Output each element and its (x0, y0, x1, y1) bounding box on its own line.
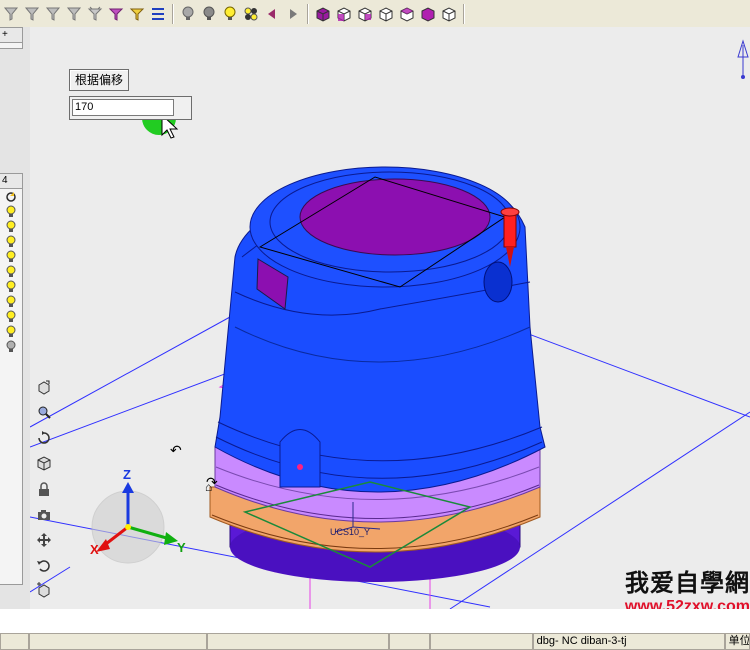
rotate-icon[interactable] (34, 428, 54, 448)
light-on-icon[interactable] (0, 279, 22, 294)
filter-icon[interactable] (127, 4, 146, 23)
light-on-icon[interactable] (0, 219, 22, 234)
light-on-icon[interactable] (0, 324, 22, 339)
toolbar-separator (172, 3, 173, 24)
arrow-left-icon[interactable] (262, 4, 281, 23)
rotate-hint-icon: ↶ (170, 442, 182, 458)
cube-wire-icon[interactable] (376, 4, 395, 23)
main-toolbar (0, 0, 750, 28)
triad-z-label: Z (123, 467, 131, 482)
fit-view-icon[interactable] (34, 377, 54, 397)
triad-y-label: Y (177, 540, 186, 555)
blue-body (214, 166, 546, 493)
box-view-icon[interactable] (34, 453, 54, 473)
filter-icon[interactable] (22, 4, 41, 23)
box-add-icon[interactable] (34, 580, 54, 600)
light-on-icon[interactable] (0, 204, 22, 219)
cube-shaded-icon[interactable] (418, 4, 437, 23)
light-on-icon[interactable] (0, 309, 22, 324)
filter-icon[interactable] (64, 4, 83, 23)
light-off-icon[interactable] (178, 4, 197, 23)
panel-header[interactable]: 4 (0, 174, 22, 189)
cube-shaded-icon[interactable] (313, 4, 332, 23)
cube-wire-icon[interactable] (355, 4, 374, 23)
view-triad[interactable]: Z Y X (90, 467, 186, 564)
light-on-icon[interactable] (0, 249, 22, 264)
zoom-icon[interactable] (34, 402, 54, 422)
light-off-icon[interactable] (199, 4, 218, 23)
list-icon[interactable] (148, 4, 167, 23)
panel-header[interactable]: + (0, 28, 22, 43)
top-left-panel: + (0, 27, 23, 49)
offset-input[interactable] (72, 99, 174, 116)
status-cell (29, 633, 207, 650)
toolbar-separator (307, 3, 308, 24)
arrow-right-icon[interactable] (283, 4, 302, 23)
view-up-arrow (737, 39, 749, 79)
undo-view-icon[interactable] (34, 555, 54, 575)
status-cell (429, 633, 533, 650)
rotate-hint-icon: ↷ (206, 474, 218, 490)
light-off-icon[interactable] (0, 339, 22, 354)
light-on-icon[interactable] (220, 4, 239, 23)
message-area (0, 609, 750, 632)
csys-label: UCS10_Y (330, 527, 370, 537)
filter-icon[interactable] (106, 4, 125, 23)
offset-box (69, 96, 192, 120)
cube-wire-icon[interactable] (334, 4, 353, 23)
light-on-icon[interactable] (0, 234, 22, 249)
layer-panel: 4 (0, 173, 23, 585)
watermark-text: 我爱自學網 (625, 569, 750, 597)
bulb-list (0, 204, 22, 354)
pan-icon[interactable] (34, 530, 54, 550)
camera-icon[interactable] (34, 505, 54, 525)
offset-label[interactable]: 根据偏移 (69, 69, 130, 91)
cube-wire-icon[interactable] (439, 4, 458, 23)
light-on-icon[interactable] (0, 264, 22, 279)
status-cell (0, 633, 30, 650)
status-cell (206, 633, 389, 650)
lights-icon[interactable] (241, 4, 260, 23)
status-bar: dbg- NC diban-3-tj 单位 (0, 632, 750, 650)
lock-view-icon[interactable] (34, 480, 54, 500)
status-cell (388, 633, 430, 650)
status-units: 单位 (724, 633, 750, 650)
select-filter-icon[interactable] (1, 4, 20, 23)
triad-x-label: X (90, 542, 99, 557)
cube-wire-icon[interactable] (397, 4, 416, 23)
filter-icon[interactable] (43, 4, 62, 23)
status-file-name: dbg- NC diban-3-tj (532, 633, 725, 650)
toolbar-separator (463, 3, 464, 24)
light-on-icon[interactable] (0, 294, 22, 309)
refresh-icon[interactable] (0, 189, 22, 204)
filter-icon[interactable] (85, 4, 104, 23)
